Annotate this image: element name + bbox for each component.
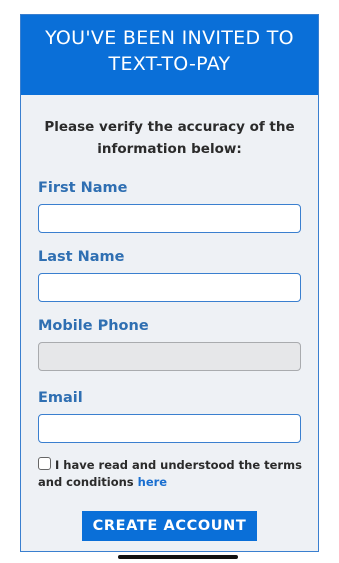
last-name-input[interactable] xyxy=(38,273,301,302)
email-group: Email xyxy=(38,389,301,443)
mobile-phone-group: Mobile Phone xyxy=(38,317,301,371)
last-name-label: Last Name xyxy=(38,249,125,265)
mobile-phone-label: Mobile Phone xyxy=(38,318,149,334)
email-input[interactable] xyxy=(38,414,301,443)
header-title-line2: TEXT-TO-PAY xyxy=(108,53,231,75)
home-indicator xyxy=(118,555,238,559)
mobile-phone-input xyxy=(38,342,301,371)
intro-text: Please verify the accuracy of the inform… xyxy=(44,119,295,157)
terms-text: I have read and understood the terms and… xyxy=(38,458,302,489)
email-label: Email xyxy=(38,390,83,406)
terms-link[interactable]: here xyxy=(138,475,167,489)
terms-checkbox[interactable] xyxy=(38,457,51,470)
terms-row: I have read and understood the terms and… xyxy=(38,457,306,491)
first-name-label: First Name xyxy=(38,180,128,196)
create-account-button[interactable]: CREATE ACCOUNT xyxy=(81,511,258,541)
last-name-group: Last Name xyxy=(38,248,301,302)
invite-header: YOU'VE BEEN INVITED TO TEXT-TO-PAY xyxy=(21,15,318,95)
button-wrap: CREATE ACCOUNT xyxy=(21,511,318,541)
signup-card: YOU'VE BEEN INVITED TO TEXT-TO-PAY Pleas… xyxy=(20,14,319,552)
header-title-line1: YOU'VE BEEN INVITED TO xyxy=(45,27,294,49)
first-name-input[interactable] xyxy=(38,204,301,233)
first-name-group: First Name xyxy=(38,179,301,233)
